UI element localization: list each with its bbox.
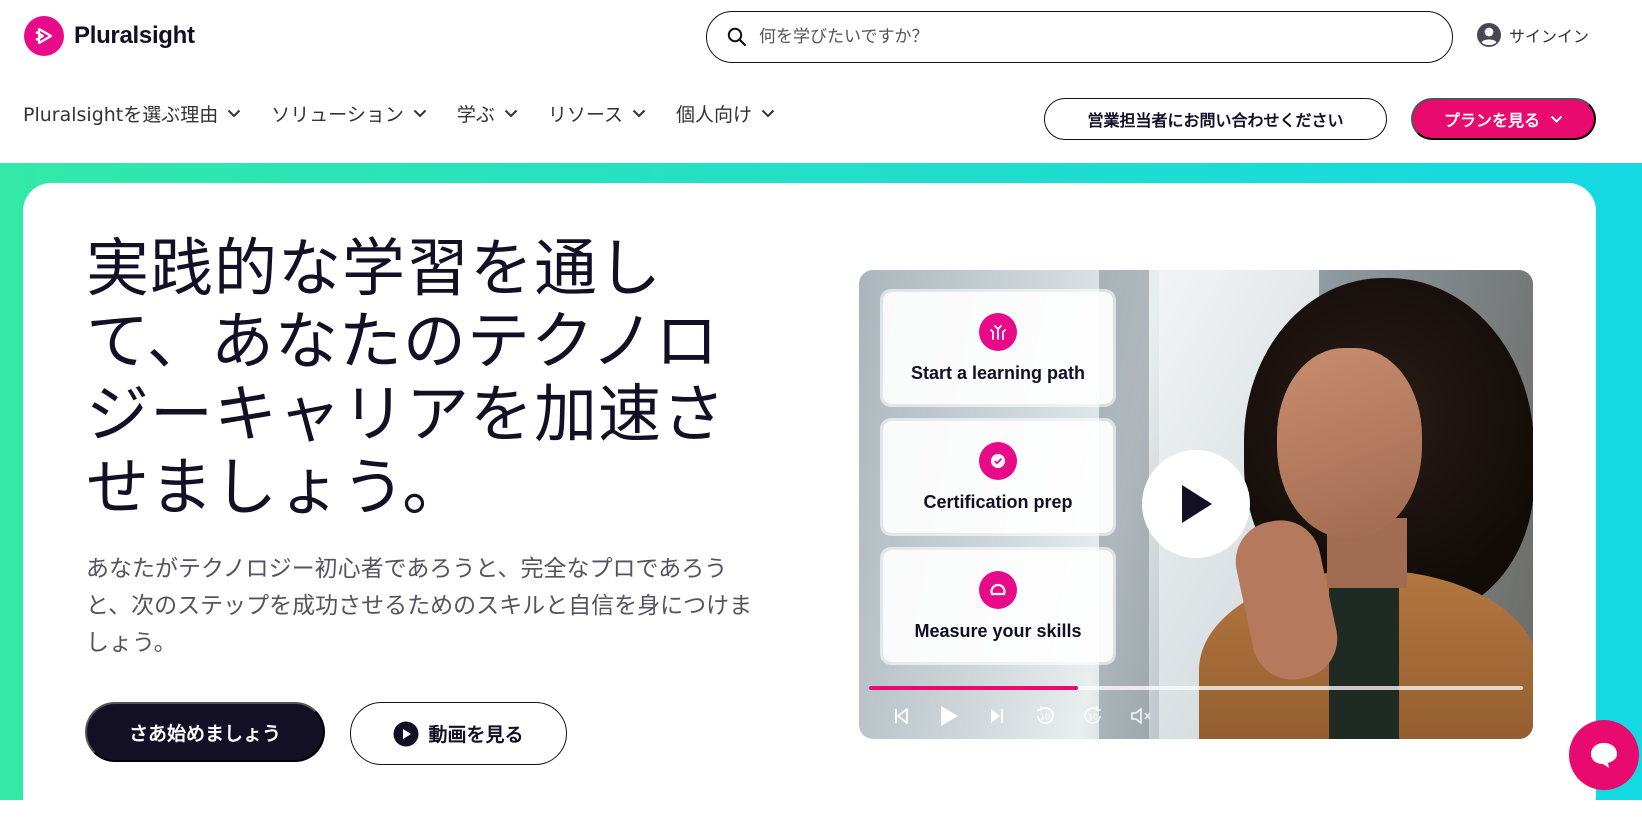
nav-item-why-pluralsight[interactable]: Pluralsightを選ぶ理由 [23,100,241,127]
video-progress-fill [869,686,1079,690]
view-plans-button[interactable]: プランを見る [1411,98,1596,140]
video-person-face [1277,348,1422,538]
tile-label: Certification prep [923,491,1073,512]
chevron-down-icon [228,109,241,118]
nav-item-resources[interactable]: リソース [548,100,646,127]
view-plans-label: プランを見る [1443,113,1540,130]
signin-label: サインイン [1509,27,1590,46]
chat-bubble-icon [1591,743,1617,768]
chevron-down-icon [413,109,427,118]
search-bar[interactable] [706,11,1453,63]
contact-sales-button[interactable]: 営業担当者にお問い合わせください [1044,98,1387,140]
nav-item-label: 個人向け [675,104,752,126]
search-icon [727,27,747,47]
chevron-down-icon [761,109,775,118]
video-progress-bar[interactable] [869,686,1523,690]
play-control-icon[interactable] [935,702,963,730]
video-player[interactable]: Start a learning path Certification prep… [859,270,1533,739]
video-person-shirt [1329,570,1399,739]
watch-video-label: 動画を見る [428,725,524,746]
rewind-10-icon[interactable]: 10 [1031,702,1059,730]
play-video-button[interactable] [1142,450,1250,558]
nav-item-label: リソース [547,104,623,126]
skip-back-icon[interactable] [887,702,915,730]
get-started-button[interactable]: さあ始めましょう [85,702,325,762]
volume-icon[interactable] [1127,702,1155,730]
nav-item-label: 学ぶ [456,104,495,126]
play-circle-icon [393,721,419,746]
svg-text:10: 10 [1088,713,1098,722]
skip-forward-icon[interactable] [983,702,1011,730]
hero-headline: 実践的な学習を通して、あなたのテクノロジーキャリアを加速させましょう。 [86,232,726,524]
nav-item-individuals[interactable]: 個人向け [676,100,775,127]
chevron-down-icon [632,109,646,118]
hero-subtext: あなたがテクノロジー初心者であろうと、完全なプロであろうと、次のステップを成功さ… [86,556,753,656]
nav-item-label: ソリューション [271,104,404,126]
tile-label: Measure your skills [914,620,1082,641]
chat-button[interactable] [1569,720,1639,790]
signin-link[interactable]: サインイン [1476,22,1589,48]
svg-text:10: 10 [1040,713,1050,722]
learning-path-icon [979,312,1017,351]
pluralsight-logo[interactable]: Pluralsight [24,16,195,56]
video-tile-learning-path: Start a learning path [883,292,1113,404]
video-tile-certification: Certification prep [883,421,1113,533]
skill-measure-icon [979,570,1017,609]
nav-item-label: Pluralsightを選ぶ理由 [23,104,219,126]
brand-name: Pluralsight [74,22,195,49]
search-input[interactable] [759,27,1399,47]
video-controls: 10 10 [887,702,1155,730]
tile-label: Start a learning path [910,362,1086,383]
watch-video-button[interactable]: 動画を見る [350,702,567,765]
nav-item-learn[interactable]: 学ぶ [457,100,518,127]
forward-10-icon[interactable]: 10 [1079,702,1107,730]
pluralsight-logo-icon [24,16,64,56]
chevron-down-icon [1550,115,1563,123]
play-icon [1182,485,1212,523]
certification-badge-icon [979,441,1017,480]
top-header: Pluralsight サインイン Pluralsightを選ぶ理由 ソリューシ… [0,0,1642,163]
chevron-down-icon [504,109,518,118]
nav-item-solutions[interactable]: ソリューション [271,100,427,127]
video-tile-measure-skills: Measure your skills [883,550,1113,662]
main-nav: Pluralsightを選ぶ理由 ソリューション 学ぶ リソース 個人向け [23,100,805,127]
user-avatar-icon [1477,23,1501,47]
